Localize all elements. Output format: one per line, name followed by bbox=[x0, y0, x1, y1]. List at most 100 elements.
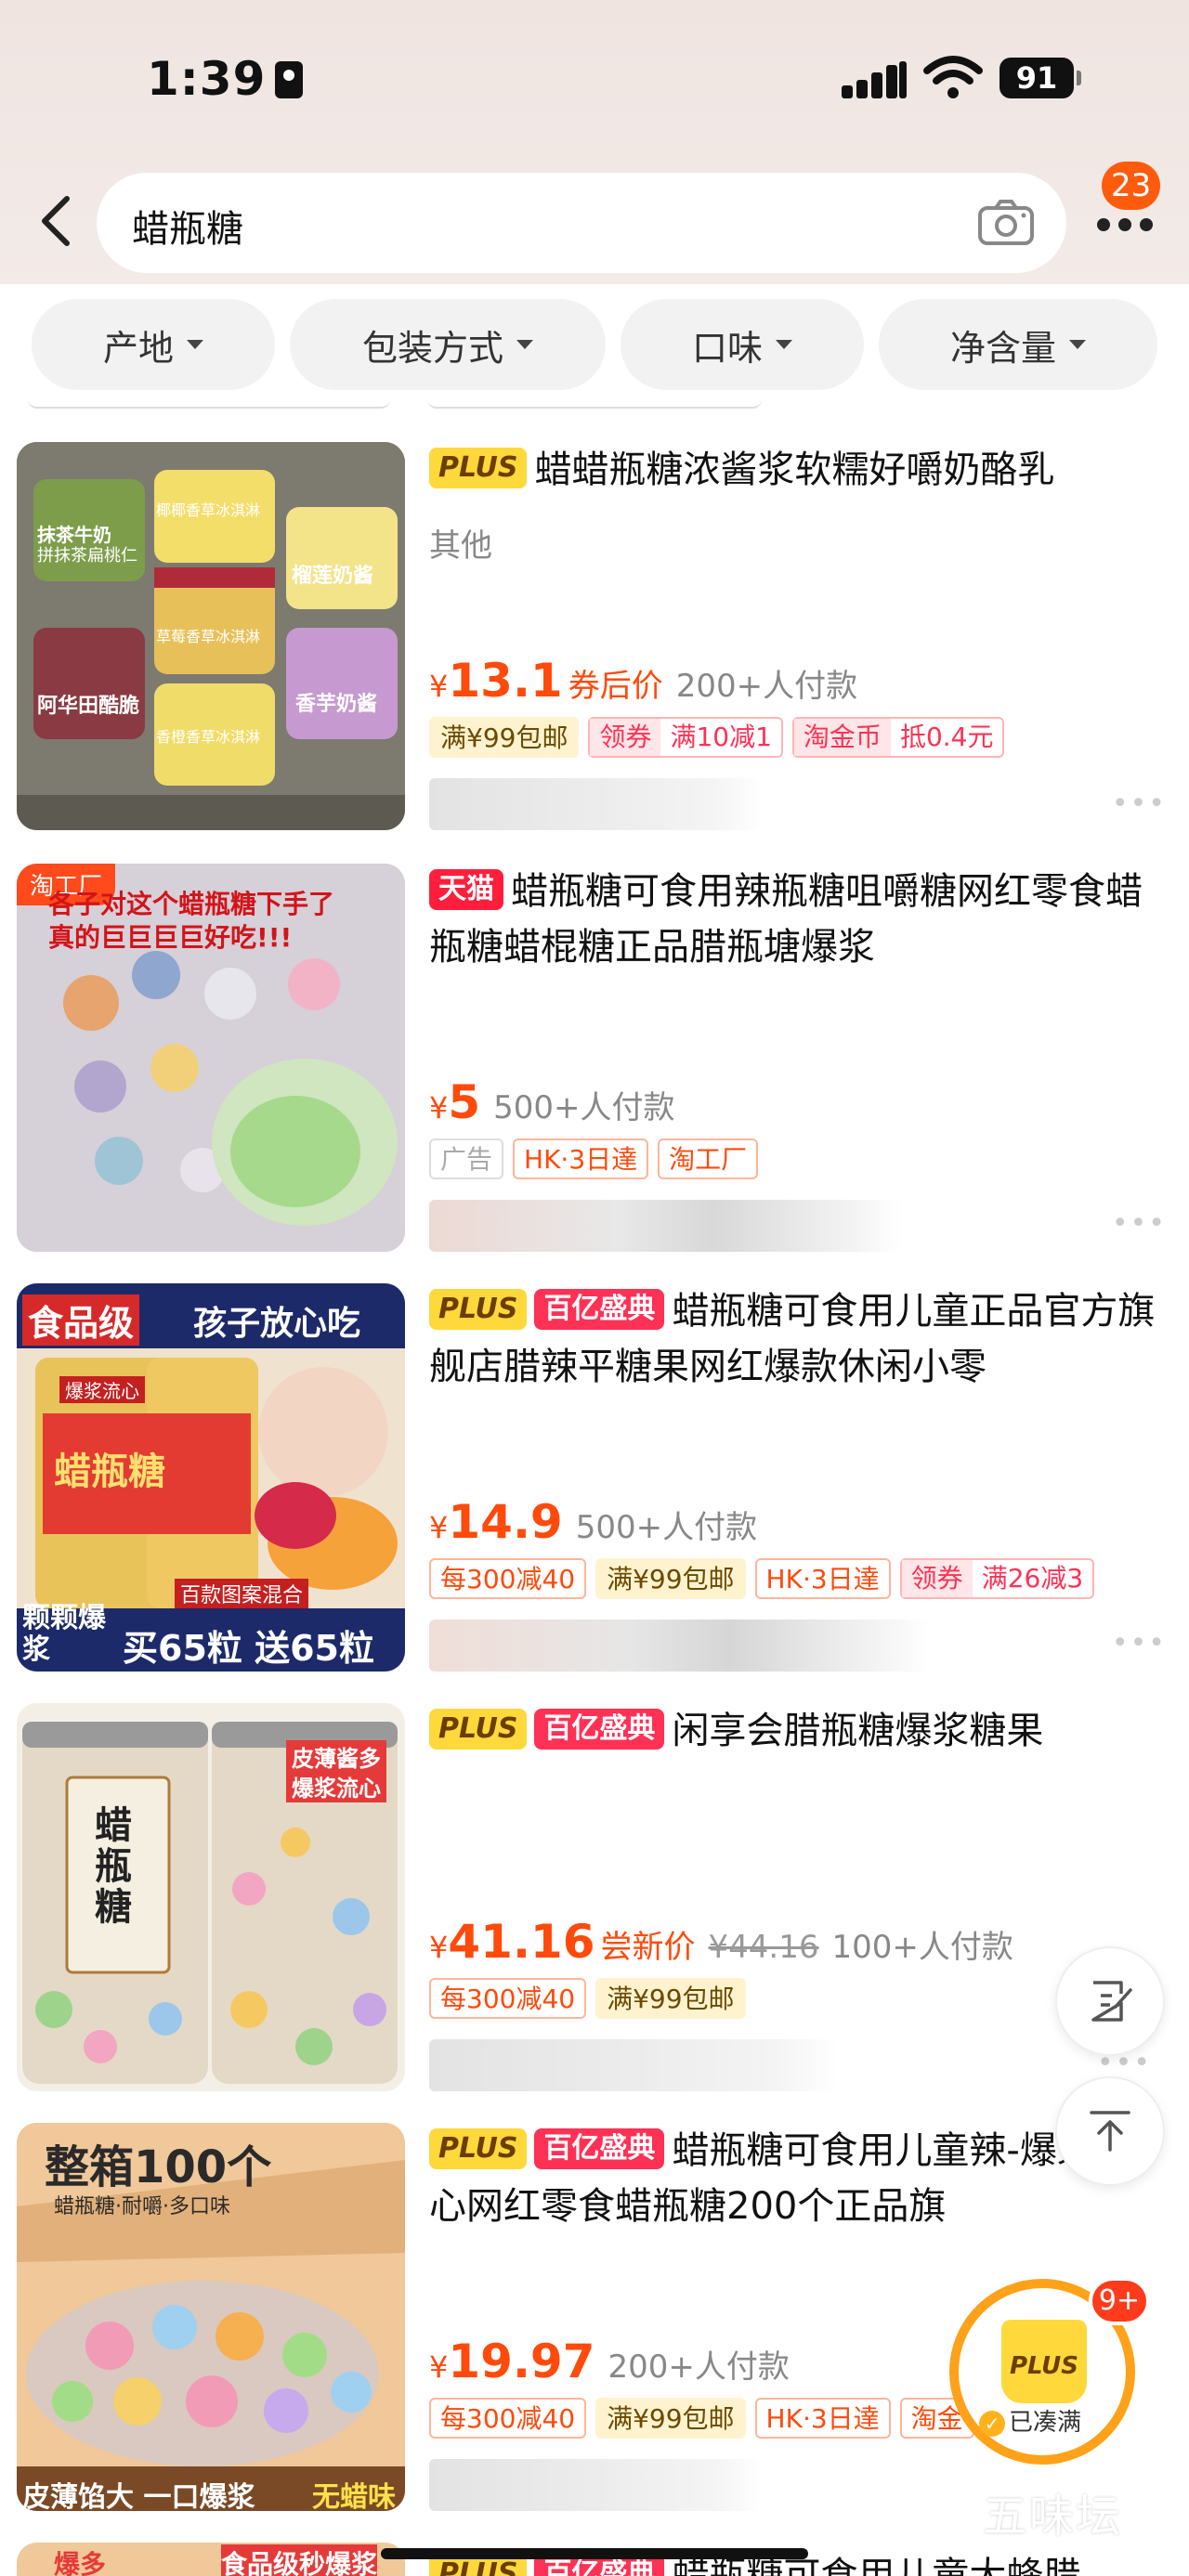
price: 19.97 bbox=[448, 2335, 595, 2388]
price-tag: 尝新价 bbox=[600, 1929, 696, 1966]
sales-count: 200+人付款 bbox=[608, 2348, 790, 2386]
billion-sale-badge: 百亿盛典 bbox=[534, 1289, 665, 1330]
promo-tag: 满¥99包邮 bbox=[595, 1558, 746, 1599]
caret-down-icon bbox=[1069, 340, 1086, 349]
shop-name-blurred bbox=[429, 2459, 764, 2511]
promo-tags: 广告 HK·3日達 淘工厂 bbox=[429, 1138, 759, 1179]
product-title[interactable]: PLUS 蜡蜡瓶糖浓酱浆软糯好嚼奶酪乳 bbox=[429, 442, 1172, 553]
promo-tag: 每300减40 bbox=[429, 1558, 587, 1599]
product-image[interactable]: 爆多 食品级秒爆浆 bbox=[17, 2543, 405, 2576]
coin-tag[interactable]: 淘金币 抵0.4元 bbox=[791, 717, 1005, 758]
price-row: ¥13.1 券后价 200+人付款 bbox=[429, 654, 858, 708]
cart-count-badge: 9+ bbox=[1089, 2277, 1150, 2325]
arrow-up-icon bbox=[1090, 2111, 1130, 2152]
price: 5 bbox=[448, 1075, 481, 1129]
cart-status: ✓ 已凑满 bbox=[979, 2403, 1081, 2438]
filter-net-content[interactable]: 净含量 bbox=[879, 299, 1157, 390]
delivery-tag: HK·3日達 bbox=[754, 1558, 891, 1599]
shop-name-blurred bbox=[429, 2039, 838, 2091]
promo-tags: 每300减40 满¥99包邮 HK·3日達 淘金 bbox=[429, 2398, 974, 2439]
promo-tag: 每300减40 bbox=[429, 2398, 587, 2439]
feedback-button[interactable] bbox=[1055, 1946, 1165, 2056]
promo-tag: 满¥99包邮 bbox=[595, 1978, 746, 2019]
battery-indicator: 91 bbox=[1000, 58, 1081, 98]
price-tag: 券后价 bbox=[568, 668, 663, 705]
price-row: ¥41.16 尝新价 ¥44.16 100+人付款 bbox=[429, 1915, 1013, 1969]
tmall-badge: 天猫 bbox=[429, 869, 503, 910]
status-time: 1:39 bbox=[147, 52, 304, 106]
product-image[interactable]: 食品级 孩子放心吃 爆浆流心 蜡瓶糖 百款图案混合 颗颗爆浆 买65粒 送65粒 bbox=[17, 1283, 405, 1672]
caret-down-icon bbox=[776, 340, 792, 349]
sales-count: 500+人付款 bbox=[575, 1509, 758, 1546]
sales-count: 500+人付款 bbox=[493, 1089, 675, 1126]
price: 41.16 bbox=[448, 1915, 595, 1969]
billion-sale-badge: 百亿盛典 bbox=[534, 1709, 665, 1750]
id-card-icon bbox=[275, 61, 304, 98]
more-options-icon[interactable]: ••• bbox=[1112, 1207, 1167, 1240]
product-title[interactable]: 天猫 蜡瓶糖可食用辣瓶糖咀嚼糖网红零食蜡瓶糖蜡棍糖正品腊瓶塘爆浆 bbox=[429, 864, 1172, 975]
search-query[interactable]: 蜡瓶糖 bbox=[132, 199, 243, 253]
scroll-top-button[interactable] bbox=[1055, 2076, 1165, 2186]
search-bar[interactable]: 蜡瓶糖 bbox=[97, 173, 1066, 273]
caret-down-icon bbox=[516, 340, 533, 349]
check-icon: ✓ bbox=[979, 2411, 1005, 2437]
more-options-icon[interactable]: ••• bbox=[1112, 1627, 1167, 1659]
product-card[interactable]: 食品级 孩子放心吃 爆浆流心 蜡瓶糖 百款图案混合 颗颗爆浆 买65粒 送65粒… bbox=[0, 1283, 1189, 1703]
promo-tags: 满¥99包邮 领券 满10减1 淘金币 抵0.4元 bbox=[429, 717, 1005, 758]
filter-bar: 产地 包装方式 口味 净含量 bbox=[0, 284, 1189, 399]
home-indicator bbox=[381, 2548, 808, 2559]
promo-tag: 每300减40 bbox=[429, 1978, 587, 2019]
ad-tag: 广告 bbox=[429, 1138, 504, 1179]
filter-flavor[interactable]: 口味 bbox=[621, 299, 864, 390]
edit-note-icon bbox=[1091, 1981, 1132, 2022]
original-price: ¥44.16 bbox=[708, 1929, 819, 1966]
product-card[interactable]: 抹茶牛奶 拼抹茶扁桃仁 椰椰香草冰淇淋 榴莲奶酱 草莓香草冰淇淋 阿华田酷脆 香… bbox=[0, 442, 1189, 862]
plus-badge: PLUS bbox=[429, 448, 528, 488]
previous-item-edge bbox=[28, 399, 390, 409]
price-row: ¥14.9 500+人付款 bbox=[429, 1495, 758, 1549]
billion-sale-badge: 百亿盛典 bbox=[534, 2128, 665, 2169]
promo-tags: 每300减40 满¥99包邮 HK·3日達 领券 满26减3 bbox=[429, 1558, 1095, 1599]
plus-badge: PLUS bbox=[429, 1289, 528, 1330]
message-badge: 23 bbox=[1102, 162, 1161, 210]
product-title[interactable]: PLUS 百亿盛典 闲享会腊瓶糖爆浆糖果 bbox=[429, 1703, 1172, 1815]
back-arrow-icon[interactable] bbox=[33, 193, 80, 249]
product-image[interactable]: 抹茶牛奶 拼抹茶扁桃仁 椰椰香草冰淇淋 榴莲奶酱 草莓香草冰淇淋 阿华田酷脆 香… bbox=[17, 442, 405, 830]
camera-icon[interactable] bbox=[977, 199, 1035, 247]
header: 1:39 91 蜡瓶糖 23 bbox=[0, 0, 1189, 284]
product-title[interactable]: PLUS 百亿盛典 蜡瓶糖可食用儿童正品官方旗舰店腊辣平糖果网红爆款休闲小零 bbox=[429, 1283, 1172, 1395]
delivery-tag: HK·3日達 bbox=[513, 1138, 649, 1179]
price-row: ¥5 500+人付款 bbox=[429, 1075, 675, 1129]
price-row: ¥19.97 200+人付款 bbox=[429, 2335, 790, 2388]
product-title[interactable]: PLUS 百亿盛典 蜡瓶糖可食用儿童辣-爆浆夹心网红零食蜡瓶糖200个正品旗 bbox=[429, 2123, 1135, 2234]
filter-origin[interactable]: 产地 bbox=[32, 299, 275, 390]
coupon-tag[interactable]: 领券 满26减3 bbox=[899, 1558, 1095, 1599]
product-image[interactable]: 淘工厂 各子对这个蜡瓶糖下手了 真的巨巨巨巨好吃!!! bbox=[17, 864, 405, 1252]
coupon-tag[interactable]: 领券 满10减1 bbox=[588, 717, 783, 758]
product-subtitle: 其他 bbox=[429, 527, 492, 565]
watermark: 五味坛 bbox=[983, 2491, 1123, 2543]
promo-tag: 满¥99包邮 bbox=[595, 2398, 746, 2439]
filter-packaging[interactable]: 包装方式 bbox=[290, 299, 606, 390]
promo-tag: 满¥99包邮 bbox=[429, 717, 580, 758]
price: 13.1 bbox=[448, 654, 563, 708]
product-card[interactable]: 皮薄酱多 爆浆流心 蜡瓶糖 PLUS 百亿盛典 闲享会腊瓶糖爆浆糖果 ¥41.16 尝… bbox=[0, 1703, 1189, 2123]
delivery-tag: HK·3日達 bbox=[754, 2398, 891, 2439]
plus-badge: PLUS bbox=[429, 1709, 528, 1750]
sales-count: 200+人付款 bbox=[675, 668, 858, 705]
product-image[interactable]: 皮薄酱多 爆浆流心 蜡瓶糖 bbox=[17, 1703, 405, 2091]
caret-down-icon bbox=[187, 340, 203, 349]
previous-item-edge bbox=[427, 399, 762, 409]
promo-tags: 每300减40 满¥99包邮 bbox=[429, 1978, 746, 2019]
factory-label: 淘工厂 bbox=[658, 1138, 759, 1179]
shop-name-blurred bbox=[429, 1200, 903, 1252]
shop-name-blurred bbox=[429, 1620, 931, 1672]
product-card[interactable]: 淘工厂 各子对这个蜡瓶糖下手了 真的巨巨巨巨好吃!!! 天猫 蜡瓶糖可食用辣瓶糖咀… bbox=[0, 864, 1189, 1283]
cart-bag-icon: PLUS bbox=[1001, 2320, 1087, 2403]
product-image[interactable]: 整箱100个 蜡瓶糖·耐嚼·多口味 皮薄馅大 一口爆浆 无蜡味 bbox=[17, 2123, 405, 2511]
signal-icon bbox=[842, 61, 907, 98]
wifi-icon bbox=[923, 56, 983, 98]
more-options-icon[interactable]: ••• bbox=[1112, 787, 1167, 820]
price: 14.9 bbox=[448, 1495, 563, 1549]
sales-count: 100+人付款 bbox=[831, 1929, 1013, 1966]
